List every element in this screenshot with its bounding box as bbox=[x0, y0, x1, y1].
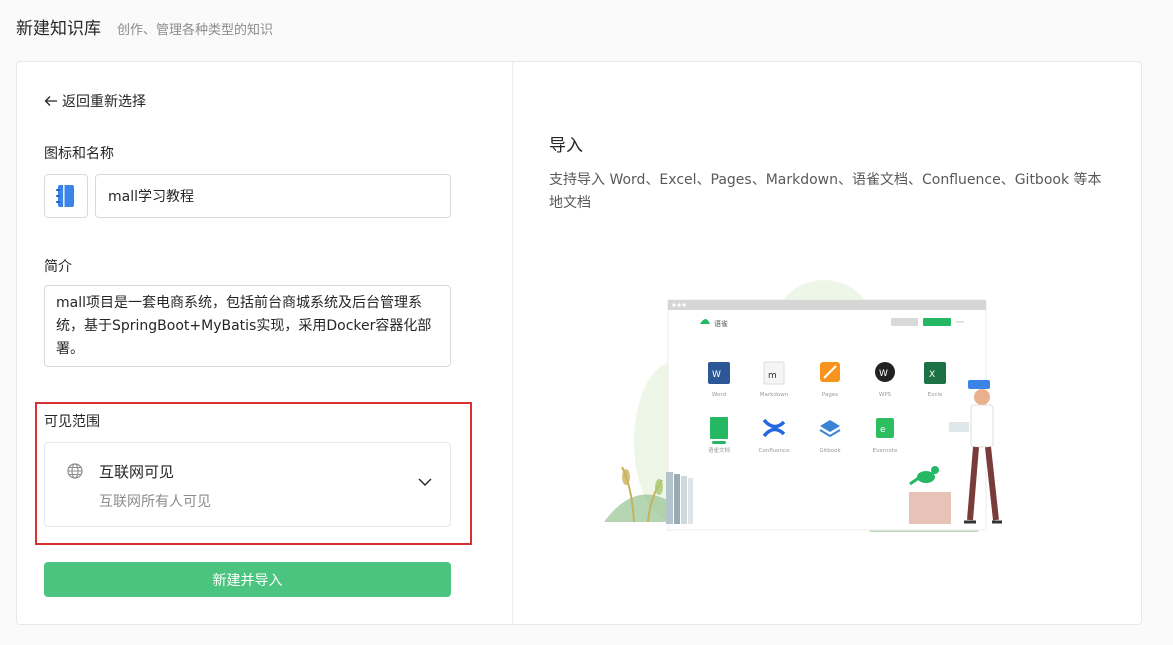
visibility-description: 互联网所有人可见 bbox=[99, 494, 211, 510]
chevron-down-icon bbox=[418, 478, 432, 486]
create-knowledge-base-card: 返回重新选择 图标和名称 简介 mall项目是一套电商系统，包括前台商城系统及后… bbox=[16, 61, 1142, 625]
icon-name-label: 图标和名称 bbox=[44, 146, 114, 162]
import-illustration: 语雀 W Word m Markdown Pages W WPS X Excle… bbox=[604, 280, 1002, 532]
import-panel: 导入 支持导入 Word、Excel、Pages、Markdown、语雀文档、C… bbox=[514, 62, 1141, 624]
back-label: 返回重新选择 bbox=[62, 94, 146, 110]
svg-text:X: X bbox=[929, 370, 935, 380]
app-label-excel: Excle bbox=[928, 392, 943, 398]
back-button[interactable]: 返回重新选择 bbox=[44, 91, 146, 111]
app-label-yuque-doc: 语雀文档 bbox=[708, 446, 731, 454]
app-icon-pages: Pages bbox=[820, 362, 840, 398]
form-panel: 返回重新选择 图标和名称 简介 mall项目是一套电商系统，包括前台商城系统及后… bbox=[17, 62, 513, 624]
create-and-import-button[interactable]: 新建并导入 bbox=[44, 562, 451, 597]
app-label-wps: WPS bbox=[879, 392, 892, 398]
illustration-brand: 语雀 bbox=[714, 319, 728, 328]
import-title: 导入 bbox=[549, 136, 583, 156]
page-subtitle: 创作、管理各种类型的知识 bbox=[117, 23, 274, 38]
app-label-gitbook: Gitbook bbox=[819, 448, 841, 454]
globe-icon bbox=[67, 463, 83, 479]
import-description: 支持导入 Word、Excel、Pages、Markdown、语雀文档、Conf… bbox=[549, 172, 1102, 211]
svg-text:W: W bbox=[712, 370, 721, 380]
book-icon-picker[interactable] bbox=[44, 174, 88, 218]
app-label-markdown: Markdown bbox=[760, 392, 789, 398]
visibility-title: 互联网可见 bbox=[99, 463, 175, 481]
app-label-word: Word bbox=[712, 392, 726, 398]
notebook-icon bbox=[56, 185, 74, 207]
svg-text:e: e bbox=[880, 425, 886, 435]
intro-label: 简介 bbox=[44, 259, 72, 275]
knowledge-base-name-input[interactable] bbox=[95, 174, 451, 218]
app-icon-markdown: m Markdown bbox=[760, 361, 789, 398]
intro-textarea[interactable]: mall项目是一套电商系统，包括前台商城系统及后台管理系统，基于SpringBo… bbox=[44, 285, 451, 367]
svg-text:m: m bbox=[768, 371, 777, 381]
visibility-select[interactable]: 互联网可见 互联网所有人可见 bbox=[44, 442, 451, 527]
app-label-evernote: Evernote bbox=[873, 448, 898, 454]
svg-text:W: W bbox=[879, 369, 888, 379]
arrow-left-icon bbox=[44, 96, 57, 106]
page-title: 新建知识库 bbox=[16, 19, 101, 39]
app-label-pages: Pages bbox=[822, 392, 838, 398]
visibility-label: 可见范围 bbox=[44, 414, 100, 430]
app-label-confluence: Confluence bbox=[759, 448, 791, 454]
app-icon-yuque-doc: 语雀文档 bbox=[708, 417, 731, 454]
page-header: 新建知识库 创作、管理各种类型的知识 bbox=[16, 14, 273, 39]
